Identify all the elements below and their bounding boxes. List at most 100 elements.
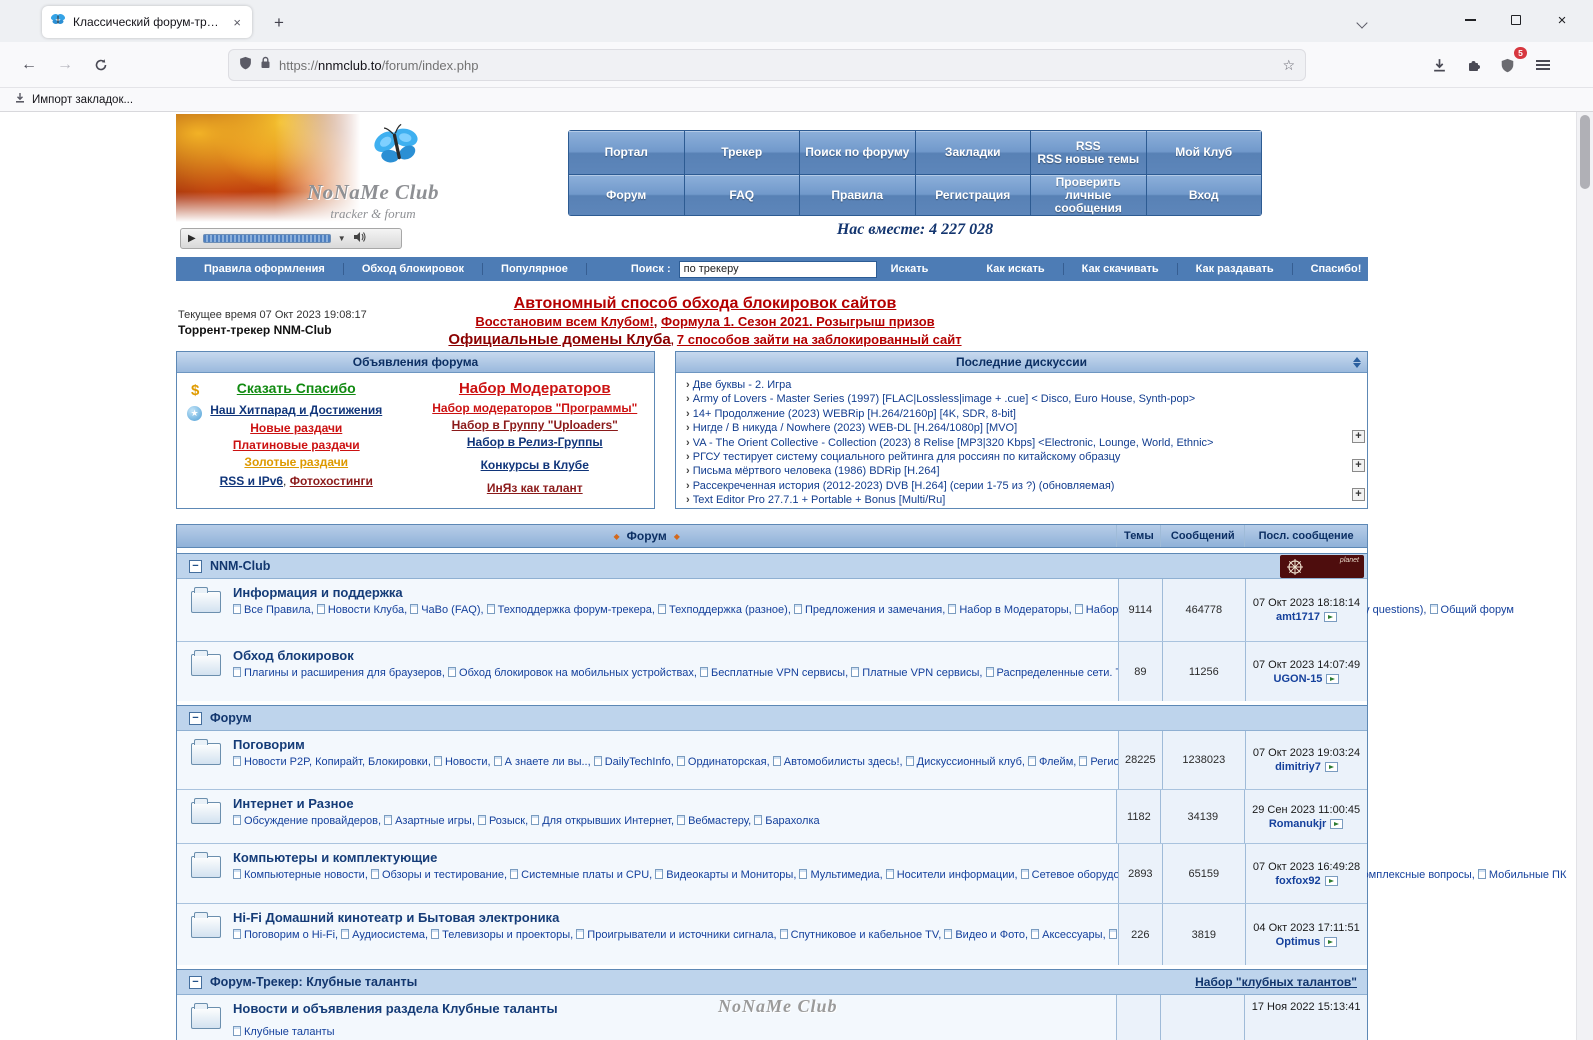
- forward-button[interactable]: →: [50, 50, 80, 80]
- subforum-link[interactable]: Мобильные ПК: [1489, 869, 1566, 881]
- hotlink[interactable]: Автономный способ обхода блокировок сайт…: [514, 295, 897, 312]
- mods-programs-link[interactable]: Набор модераторов "Программы": [416, 401, 655, 415]
- last-post-user[interactable]: Optimus: [1276, 936, 1321, 948]
- subforum-link[interactable]: Комплексные вопросы: [1356, 869, 1472, 881]
- subforum-link[interactable]: Обход блокировок на мобильных устройства…: [459, 667, 694, 679]
- discussion-link[interactable]: РГСУ тестирует систему социального рейти…: [693, 451, 1121, 463]
- subforum-link[interactable]: Телевизоры и проекторы: [442, 929, 570, 941]
- hotlink[interactable]: Официальные домены Клуба: [448, 331, 670, 348]
- subnav-link[interactable]: Спасибо!: [1291, 263, 1361, 275]
- subforum-link[interactable]: Все Правила: [244, 604, 311, 616]
- scrollbar[interactable]: [1576, 112, 1593, 1040]
- subforum-link[interactable]: Автомобилисты здесь!: [784, 756, 900, 768]
- release-groups-link[interactable]: Набор в Релиз-Группы: [416, 435, 655, 449]
- mods-recruit-link[interactable]: Набор Модераторов: [416, 380, 655, 397]
- menu-button[interactable]: Проверить личные сообщения: [1031, 175, 1146, 215]
- subforum-link[interactable]: Новости P2P, Копирайт, Блокировки: [244, 756, 428, 768]
- subforum-link[interactable]: Дискуссионный клуб: [917, 756, 1022, 768]
- subforum-link[interactable]: Общий форум: [1441, 604, 1514, 616]
- discussion-link[interactable]: Нигде / В никуда / Nowhere (2023) WEB-DL…: [693, 422, 1017, 434]
- subforum-link[interactable]: DailyTechInfo: [605, 756, 671, 768]
- menu-button[interactable]: Портал: [569, 131, 684, 174]
- subforum-link[interactable]: Розыск: [489, 815, 525, 827]
- menu-button[interactable]: Форум: [569, 175, 684, 215]
- expand-button[interactable]: +: [1352, 488, 1365, 501]
- sort-icon[interactable]: [1353, 357, 1361, 368]
- subforum-link[interactable]: Спутниковое и кабельное TV: [791, 929, 939, 941]
- expand-button[interactable]: +: [1352, 459, 1365, 472]
- subforum-link[interactable]: Ординаторская: [688, 756, 767, 768]
- forum-link[interactable]: Обход блокировок: [233, 648, 354, 663]
- bookmark-star-icon[interactable]: ☆: [1282, 57, 1295, 74]
- close-button[interactable]: ×: [1539, 0, 1585, 40]
- reload-button[interactable]: [86, 50, 116, 80]
- discussion-link[interactable]: VA - The Orient Collective - Collection …: [693, 437, 1214, 449]
- inyaz-link[interactable]: ИнЯз как талант: [416, 481, 655, 495]
- hotlink[interactable]: Формула 1. Сезон 2021. Розыгрыш призов: [661, 314, 935, 329]
- menu-button[interactable]: RSS RSS новые темы: [1031, 131, 1146, 174]
- subforum-link[interactable]: Флейм: [1039, 756, 1073, 768]
- collapse-toggle[interactable]: −: [189, 711, 202, 725]
- maximize-button[interactable]: [1493, 0, 1539, 40]
- photohosting-link[interactable]: Фотохостинги: [290, 474, 373, 488]
- subforum-link[interactable]: А знаете ли вы..: [505, 756, 588, 768]
- discussion-link[interactable]: Рассекреченная история (2012-2023) DVB […: [693, 480, 1115, 492]
- subforum-link[interactable]: Предложения и замечания: [805, 604, 942, 616]
- forum-link[interactable]: Новости и объявления раздела Клубные тал…: [233, 1001, 558, 1016]
- back-button[interactable]: ←: [14, 50, 44, 80]
- subforum-link[interactable]: Мультимедиа: [810, 869, 879, 881]
- menu-button[interactable]: FAQ: [684, 175, 799, 215]
- subforum-link[interactable]: Барахолка: [765, 815, 819, 827]
- forum-link[interactable]: Интернет и Разное: [233, 796, 354, 811]
- new-tab-button[interactable]: +: [266, 10, 292, 36]
- list-tabs-icon[interactable]: [1356, 14, 1370, 29]
- subforum-link[interactable]: Бесплатные VPN сервисы: [711, 667, 845, 679]
- latest-post-icon[interactable]: [1324, 762, 1338, 772]
- subforum-link[interactable]: Поговорим о Hi-Fi: [244, 929, 335, 941]
- subforum-link[interactable]: Техподдержка (разное): [669, 604, 788, 616]
- new-releases-link[interactable]: Новые раздачи: [177, 421, 416, 435]
- discussion-link[interactable]: 14+ Продолжение (2023) WEBRip [H.264/216…: [693, 408, 1016, 420]
- menu-button[interactable]: Вход: [1146, 175, 1261, 215]
- platinum-releases-link[interactable]: Платиновые раздачи: [177, 438, 416, 452]
- discussion-link[interactable]: Army of Lovers - Master Series (1997) [F…: [693, 393, 1195, 405]
- subforum-link[interactable]: Для открывших Интернет: [542, 815, 671, 827]
- latest-post-icon[interactable]: [1324, 875, 1338, 886]
- last-post-user[interactable]: amt1717: [1276, 611, 1320, 623]
- subforum-link[interactable]: Проигрыватели и источники сигнала: [587, 929, 773, 941]
- subnav-link[interactable]: Как искать: [986, 263, 1044, 275]
- menu-button[interactable]: Регистрация: [915, 175, 1030, 215]
- collapse-toggle[interactable]: −: [189, 975, 202, 989]
- menu-button[interactable]: Мой Клуб: [1146, 131, 1261, 174]
- subnav-link[interactable]: Популярное: [501, 263, 587, 275]
- latest-post-icon[interactable]: [1324, 936, 1338, 947]
- subforum-link[interactable]: ЧаВо (FAQ): [421, 604, 480, 616]
- subforum-link[interactable]: Аудиосистема: [352, 929, 425, 941]
- subforum-link[interactable]: Новости Клуба: [328, 604, 404, 616]
- collapse-toggle[interactable]: −: [189, 559, 202, 573]
- uploaders-link[interactable]: Набор в Группу "Uploaders": [416, 418, 655, 432]
- adblock-icon[interactable]: 5: [1492, 47, 1527, 79]
- forum-link[interactable]: Информация и поддержка: [233, 585, 403, 600]
- subforum-link[interactable]: Системные платы и CPU: [521, 869, 649, 881]
- tab-close-icon[interactable]: ×: [230, 15, 244, 30]
- last-post-user[interactable]: Romanukjr: [1269, 818, 1326, 830]
- url-bar[interactable]: https://nnmclub.to/forum/index.php ☆: [228, 49, 1306, 81]
- subforum-link[interactable]: Видеокарты и Мониторы: [666, 869, 793, 881]
- hitparade-link[interactable]: Наш Хитпарад и Достижения: [177, 403, 416, 417]
- planet-logo[interactable]: planet: [1280, 555, 1364, 578]
- menu-button[interactable]: Трекер: [684, 131, 799, 174]
- club-talents-link[interactable]: Набор "клубных талантов": [1195, 975, 1357, 989]
- last-post-user[interactable]: dimitriy7: [1275, 761, 1321, 773]
- subforum-link[interactable]: Плагины и расширения для браузеров: [244, 667, 442, 679]
- menu-button[interactable]: Закладки: [915, 131, 1030, 174]
- category-link[interactable]: NNM-Club: [210, 559, 270, 573]
- subforum-link[interactable]: Клубные таланты: [244, 1026, 335, 1038]
- play-icon[interactable]: ▶: [188, 233, 196, 244]
- minimize-button[interactable]: [1447, 0, 1493, 40]
- last-post-user[interactable]: UGON-15: [1274, 673, 1323, 685]
- subnav-link[interactable]: Как раздавать: [1176, 263, 1274, 275]
- category-link[interactable]: Форум: [210, 711, 252, 725]
- contests-link[interactable]: Конкурсы в Клубе: [416, 458, 655, 472]
- subforum-link[interactable]: Обсуждение провайдеров: [244, 815, 378, 827]
